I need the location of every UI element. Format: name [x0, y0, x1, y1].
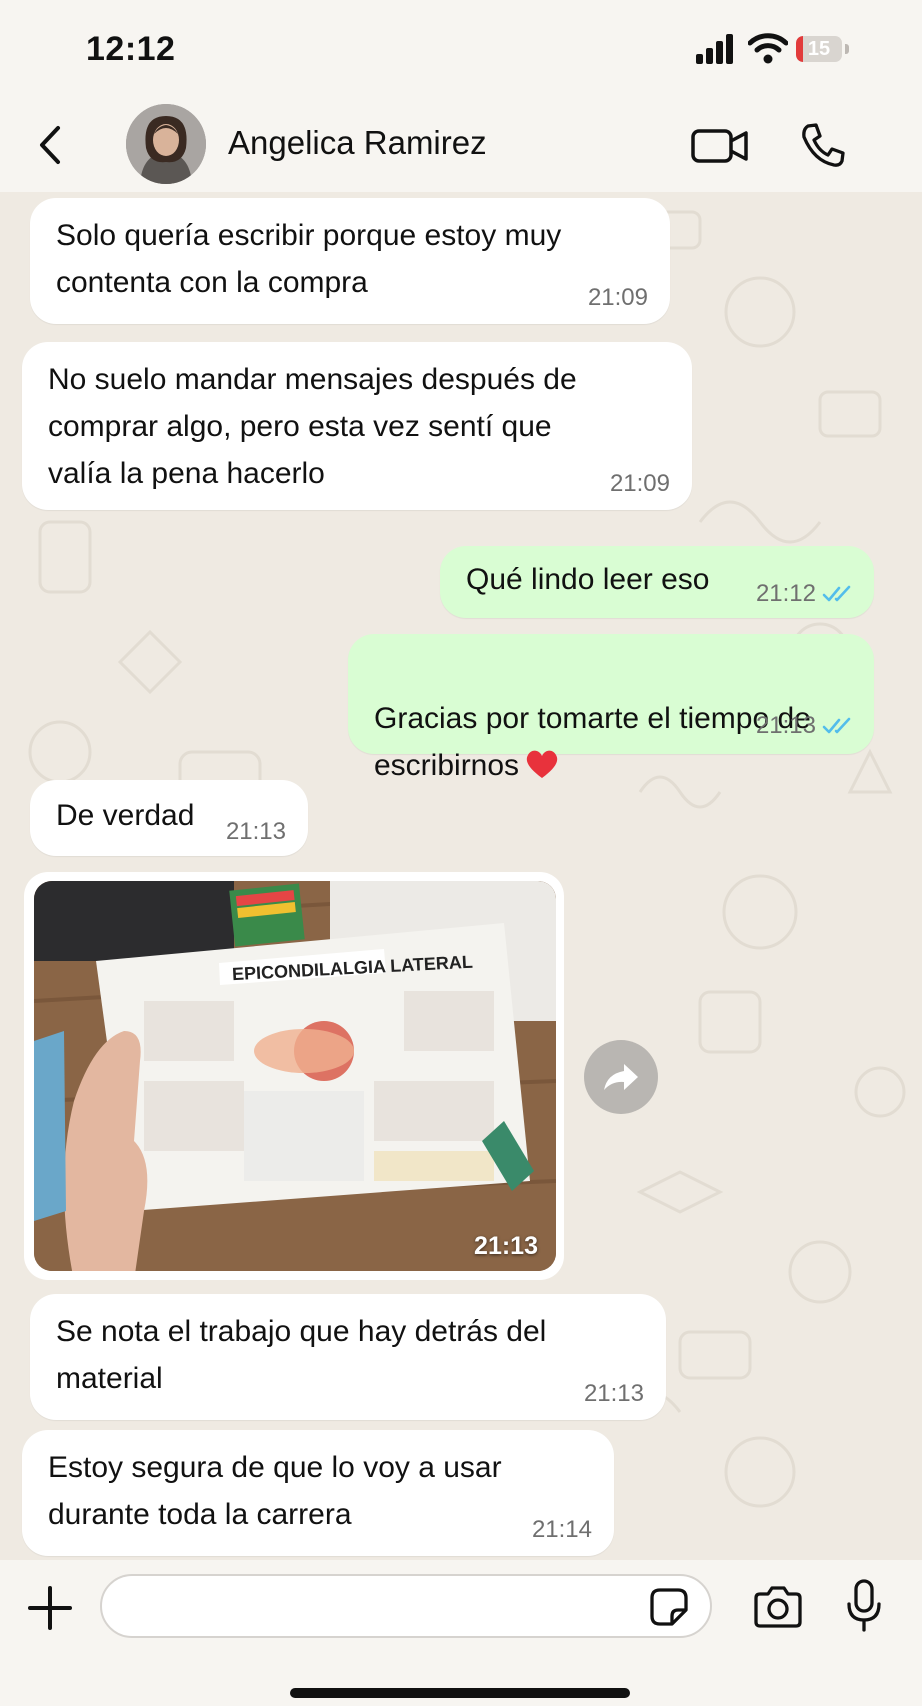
battery-level: 15 — [807, 38, 831, 60]
message-time: 21:14 — [531, 1516, 592, 1543]
voice-call-icon[interactable] — [798, 120, 848, 170]
image-message[interactable]: EPICONDILALGIA LATERAL 21:13 — [24, 872, 564, 1280]
read-receipt-icon — [822, 585, 851, 602]
signal-icon — [696, 34, 733, 64]
read-receipt-icon — [822, 717, 851, 734]
image-photo[interactable]: EPICONDILALGIA LATERAL 21:13 — [34, 881, 556, 1271]
message-text: Qué lindo leer eso — [466, 563, 710, 596]
message-bubble[interactable]: No suelo mandar mensajes después de comp… — [22, 342, 692, 510]
wifi-icon — [748, 33, 788, 64]
plus-icon[interactable] — [26, 1584, 74, 1632]
message-time: 21:13 — [755, 712, 816, 739]
composer-bar — [0, 1560, 922, 1706]
forward-button[interactable] — [584, 1040, 658, 1114]
back-icon[interactable] — [30, 120, 70, 170]
avatar-photo — [126, 104, 206, 184]
sticker-icon[interactable] — [648, 1586, 690, 1628]
microphone-icon[interactable] — [844, 1578, 884, 1634]
heart-emoji-icon — [526, 750, 558, 778]
message-bubble[interactable]: Qué lindo leer eso 21:12 — [440, 546, 874, 618]
message-text: Solo quería escribir porque estoy muy co… — [56, 219, 562, 299]
message-time: 21:12 — [755, 580, 816, 607]
message-time: 21:09 — [587, 284, 648, 311]
message-text: No suelo mandar mensajes después de comp… — [48, 363, 577, 490]
chat-header: Angelica Ramirez — [0, 100, 922, 192]
message-bubble[interactable]: De verdad 21:13 — [30, 780, 308, 856]
contact-name[interactable]: Angelica Ramirez — [228, 124, 487, 162]
message-text: De verdad — [56, 799, 195, 832]
message-text: Se nota el trabajo que hay detrás del ma… — [56, 1315, 547, 1395]
video-call-icon[interactable] — [690, 124, 750, 168]
message-time: 21:13 — [225, 818, 286, 845]
home-indicator — [290, 1688, 630, 1698]
message-bubble[interactable]: Solo quería escribir porque estoy muy co… — [30, 198, 670, 324]
message-text: Gracias por tomarte el tiempo de escribi… — [374, 702, 811, 782]
message-bubble[interactable]: Estoy segura de que lo voy a usar durant… — [22, 1430, 614, 1556]
camera-icon[interactable] — [752, 1584, 804, 1630]
message-input[interactable] — [100, 1574, 712, 1638]
status-bar: 12:12 15 — [0, 0, 922, 100]
status-time: 12:12 — [86, 30, 176, 68]
message-time: 21:09 — [609, 470, 670, 497]
message-bubble[interactable]: Se nota el trabajo que hay detrás del ma… — [30, 1294, 666, 1420]
chat-area[interactable]: Solo quería escribir porque estoy muy co… — [0, 192, 922, 1560]
message-bubble[interactable]: Gracias por tomarte el tiempo de escribi… — [348, 634, 874, 782]
message-text: Estoy segura de que lo voy a usar durant… — [48, 1451, 502, 1531]
image-time: 21:13 — [474, 1232, 538, 1260]
avatar[interactable] — [126, 104, 206, 184]
message-time: 21:13 — [583, 1380, 644, 1407]
forward-icon — [604, 1064, 638, 1090]
battery-icon: 15 — [796, 36, 852, 62]
